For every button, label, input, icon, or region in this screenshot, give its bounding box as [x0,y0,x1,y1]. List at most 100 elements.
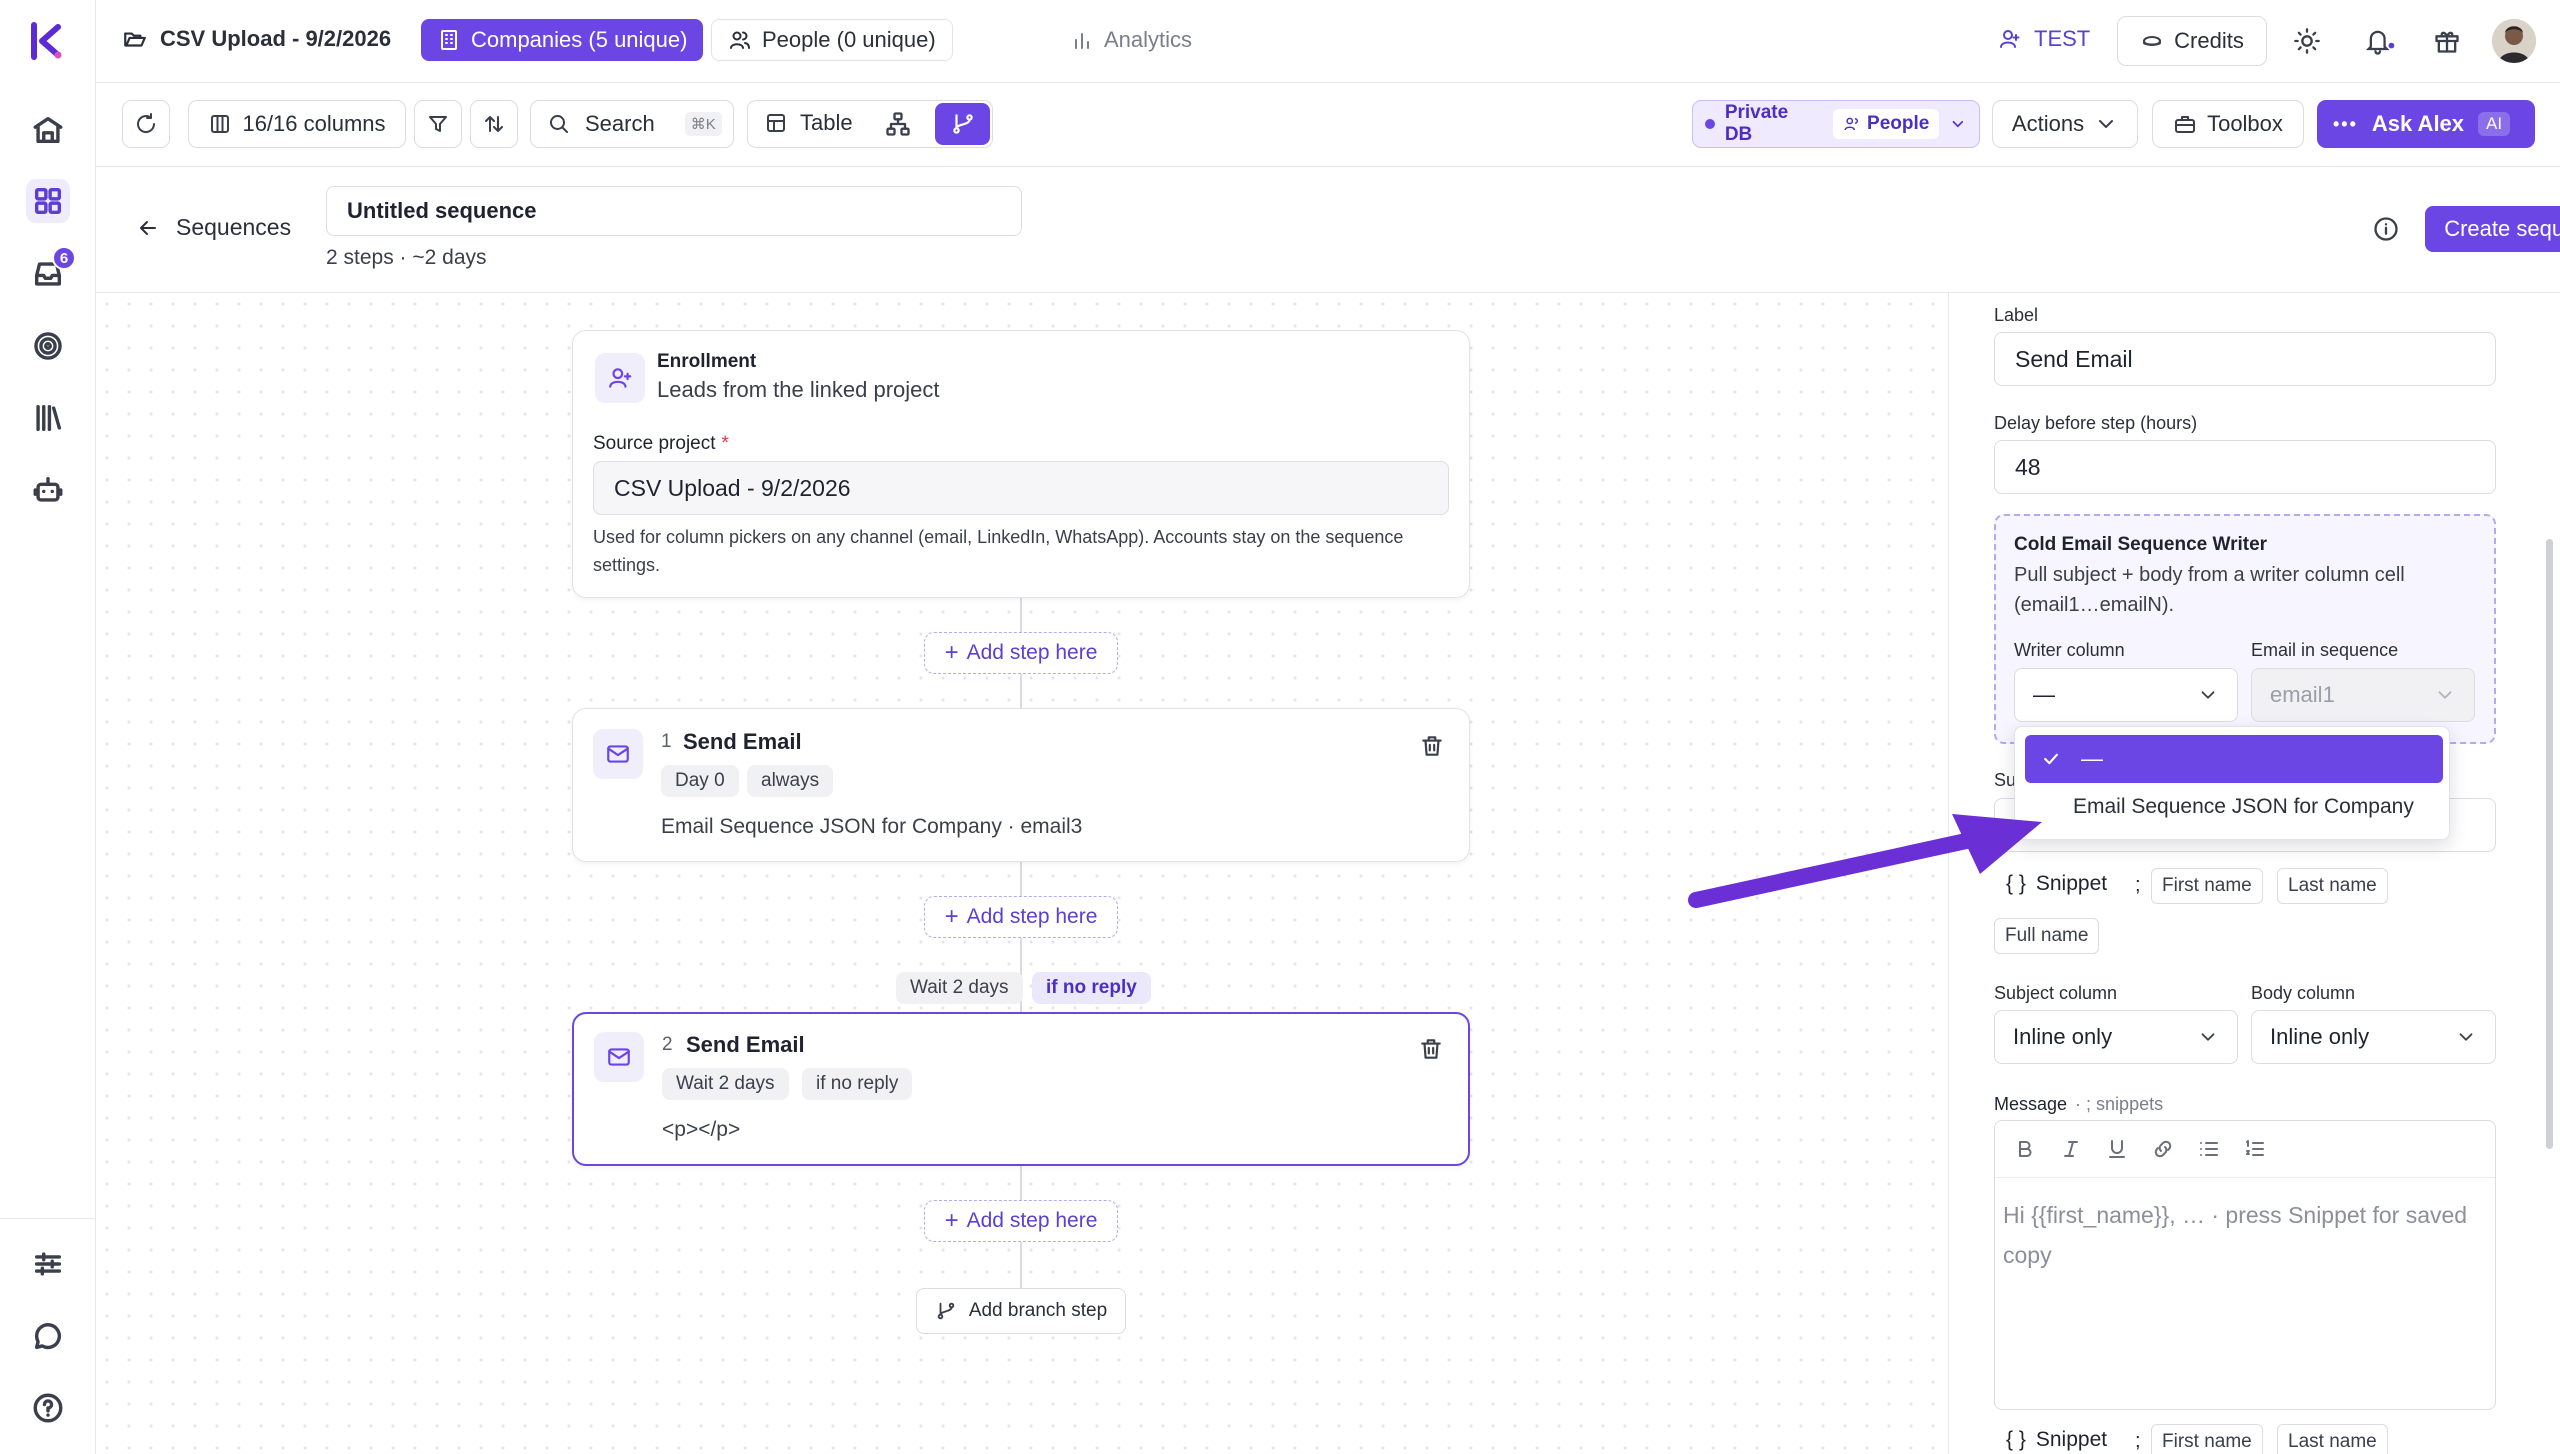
link-icon[interactable] [2151,1137,2175,1161]
arrow-left-icon [140,220,156,235]
numbered-list-icon[interactable] [2243,1137,2267,1161]
step-title: Send Email [683,729,802,754]
table-icon [767,114,785,132]
back-to-sequences[interactable]: Sequences [136,214,291,241]
chevron-down-icon [2438,691,2452,699]
chevron-down-icon [2201,1033,2215,1041]
source-project-select[interactable]: CSV Upload - 9/2/2026 [593,461,1449,515]
label-input[interactable]: Send Email [1994,332,2496,386]
step-condition-pill: always [747,765,834,797]
home-icon[interactable] [26,108,70,152]
subject-column-select[interactable]: Inline only [1994,1010,2238,1064]
view-table-label: Table [800,110,853,135]
data-source-selector[interactable]: Private DB People [1692,100,1980,148]
editor-divider [1995,1177,2495,1178]
search-button[interactable]: Search ⌘K [530,100,734,148]
credits-button[interactable]: Credits [2117,16,2267,66]
user-avatar[interactable] [2492,19,2536,63]
trash-icon[interactable] [1418,1036,1444,1062]
toolbox-button[interactable]: Toolbox [2152,100,2304,148]
theme-toggle-icon[interactable] [2293,27,2321,60]
rich-text-toolbar [2013,1137,2267,1161]
sequence-header: Sequences Untitled sequence 2 steps · ~2… [96,167,2560,293]
people-source-label: People [1867,113,1930,134]
delay-input[interactable]: 48 [1994,440,2496,494]
tab-people[interactable]: People (0 unique) [711,19,953,61]
target-icon[interactable] [26,324,70,368]
grid-icon[interactable] [26,179,70,223]
add-branch-button[interactable]: Add branch step [916,1288,1126,1334]
bot-icon[interactable] [26,468,70,512]
project-title: CSV Upload - 9/2/2026 [160,26,392,51]
chip-first-name[interactable]: First name [2151,1424,2263,1454]
writer-column-value: — [2033,682,2055,707]
gift-icon[interactable] [2433,27,2461,60]
notifications-bell-icon[interactable] [2364,27,2396,60]
credits-label: Credits [2174,28,2244,53]
dots-icon: ••• [2333,113,2358,134]
step-condition-pill: if no reply [802,1068,913,1100]
user-plus-icon [595,353,645,403]
search-shortcut: ⌘K [684,112,722,136]
enrollment-card[interactable]: Enrollment Leads from the linked project… [572,330,1470,598]
chevron-down-icon [2459,1033,2473,1041]
add-step-button[interactable]: + Add step here [924,632,1118,674]
email-in-sequence-label: Email in sequence [2251,640,2399,660]
toolbox-label: Toolbox [2207,111,2283,136]
message-editor[interactable]: Hi {{first_name}}, … · press Snippet for… [1994,1120,2496,1410]
snippet-button[interactable]: { } Snippet [2006,1428,2107,1452]
back-label: Sequences [176,214,292,240]
wait-pill: Wait 2 days [896,972,1023,1004]
plus-icon: + [944,639,959,666]
step-card-1[interactable]: 1 Send Email Day 0 always Email Sequence… [572,708,1470,862]
email-in-sequence-select[interactable]: email1 [2251,668,2475,722]
chat-icon[interactable] [26,1314,70,1358]
italic-icon[interactable] [2059,1137,2083,1161]
body-column-select[interactable]: Inline only [2251,1010,2496,1064]
columns-icon [211,115,230,133]
dropdown-option-selected[interactable]: — [2025,735,2443,783]
filter-button[interactable] [414,100,462,148]
bold-icon[interactable] [2013,1137,2037,1161]
step-card-2[interactable]: 2 Send Email Wait 2 days if no reply <p>… [572,1012,1470,1166]
view-table[interactable]: Table [764,110,853,136]
workspace-switch[interactable]: TEST [1998,26,2090,52]
library-icon[interactable] [26,396,70,440]
chip-full-name[interactable]: Full name [1994,918,2100,954]
add-step-label: Add step here [966,905,1098,928]
panel-scrollbar[interactable] [2546,539,2553,1149]
check-icon [2044,753,2058,765]
ask-alex-button[interactable]: ••• Ask Alex AI [2317,100,2535,148]
actions-button[interactable]: Actions [1992,100,2138,148]
sequence-name-input[interactable]: Untitled sequence [326,186,1022,236]
underline-icon[interactable] [2105,1137,2129,1161]
dropdown-option[interactable]: Email Sequence JSON for Company [2073,795,2414,819]
tab-analytics-label: Analytics [1104,27,1193,52]
tab-companies[interactable]: Companies (5 unique) [421,19,704,61]
refresh-button[interactable] [122,100,170,148]
trash-icon[interactable] [1419,733,1445,759]
chip-first-name[interactable]: First name [2151,868,2263,904]
sliders-icon[interactable] [26,1242,70,1286]
delay-field-label: Delay before step (hours) [1994,413,2198,433]
step-number: 2 [662,1034,673,1055]
writer-title: Cold Email Sequence Writer [2014,534,2268,555]
create-sequence-button[interactable]: Create sequence [2425,206,2560,252]
project-title-group[interactable]: CSV Upload - 9/2/2026 [122,26,391,52]
sort-button[interactable] [470,100,518,148]
info-icon[interactable] [2372,215,2400,248]
chip-last-name[interactable]: Last name [2277,1424,2388,1454]
bullet-list-icon[interactable] [2197,1137,2221,1161]
add-step-button[interactable]: + Add step here [924,1200,1118,1242]
columns-button[interactable]: 16/16 columns [188,100,406,148]
view-hierarchy-icon[interactable] [884,110,912,143]
view-sequence-button[interactable] [935,103,990,145]
inbox-badge: 6 [52,246,76,270]
writer-column-select[interactable]: — [2014,668,2238,722]
chip-last-name[interactable]: Last name [2277,868,2388,904]
add-step-button[interactable]: + Add step here [924,896,1118,938]
tab-analytics[interactable]: Analytics [1054,19,1208,61]
braces-icon: { } [2006,1428,2026,1451]
step-body: <p></p> [662,1118,741,1141]
help-icon[interactable] [26,1386,70,1430]
